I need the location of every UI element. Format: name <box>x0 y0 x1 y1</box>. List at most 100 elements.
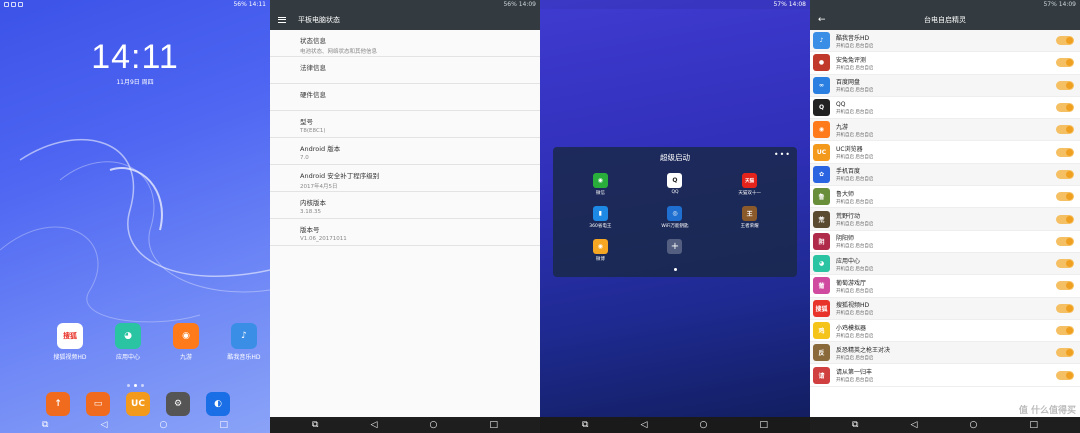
tablet-status-panel: 56% 14:09 平板电脑状态 状态信息 电池状态、网络状态和其他信息 法律信息… <box>270 0 540 433</box>
autostart-labels: 开机自启 后台自启 <box>836 43 874 49</box>
autostart-toggle[interactable] <box>1056 259 1074 269</box>
launch-app-honor-of-kings[interactable]: 王王者荣耀 <box>712 206 787 229</box>
screenshot-icon[interactable]: ⧉ <box>582 420 588 430</box>
list-item[interactable]: 版本号 V1.06_20171011 <box>270 219 540 246</box>
wifi-key-icon: ◎ <box>667 206 683 221</box>
autostart-toggle[interactable] <box>1056 236 1074 246</box>
app-center[interactable]: ◕ 应用中心 <box>108 323 148 361</box>
app-bar: 57% 14:09 ← 台电自启精灵 <box>810 0 1080 30</box>
list-item[interactable]: 法律信息 <box>270 57 540 84</box>
watermark: 值 什么值得买 <box>1018 406 1076 416</box>
autostart-labels: 开机自启 后台自启 <box>836 311 874 317</box>
home-icon[interactable]: ○ <box>970 420 978 430</box>
autostart-toggle[interactable] <box>1056 281 1074 291</box>
uc-browser-icon[interactable]: UC <box>126 392 150 416</box>
list-item[interactable]: 状态信息 电池状态、网络状态和其他信息 <box>270 30 540 57</box>
autostart-row: 荒荒野行动 开机自启 后台自启 <box>810 208 1080 231</box>
autostart-toggle[interactable] <box>1056 147 1074 157</box>
status-bar: 56% 14:09 <box>270 0 540 9</box>
home-app-row: 搜狐 搜狐视频HD ◕ 应用中心 ◉ 九游 ♪ 酷我音乐HD <box>50 323 264 361</box>
toggle-app-icon[interactable]: ▭ <box>86 392 110 416</box>
recents-icon[interactable]: □ <box>219 420 228 430</box>
app-name: 鲁大师 <box>836 190 855 198</box>
autostart-toggle[interactable] <box>1056 370 1074 380</box>
launch-app-qq[interactable]: Q QQ <box>638 173 713 196</box>
status-bar: 57% 14:09 <box>810 0 1080 9</box>
screenshot-icon[interactable]: ⧉ <box>312 420 318 430</box>
app-icon: 反 <box>813 344 830 362</box>
autostart-row: Q QQ 开机自启 后台自启 <box>810 96 1080 120</box>
battery-saver-icon: ▮ <box>592 206 608 221</box>
launch-app-weibo[interactable]: ◉ 微博 <box>563 239 638 262</box>
list-item[interactable]: 内核版本 3.18.35 <box>270 192 540 219</box>
app-name: 荒野行动 <box>836 213 861 221</box>
launch-app-wifi[interactable]: ◎ WiFi万能钥匙 <box>638 206 713 229</box>
home-icon[interactable]: ○ <box>700 420 708 430</box>
autostart-toggle[interactable] <box>1056 58 1074 68</box>
autostart-labels: 开机自启 后台自启 <box>836 333 874 339</box>
screenshot-icon[interactable]: ⧉ <box>852 420 858 430</box>
list-item[interactable]: Android 安全补丁程序级别 2017年4月5日 <box>270 165 540 192</box>
browser-icon[interactable]: ◐ <box>206 392 230 416</box>
back-icon[interactable]: ◁ <box>911 420 918 430</box>
weibo-icon: ◉ <box>592 239 608 254</box>
app-kuwo-music[interactable]: ♪ 酷我音乐HD <box>224 323 264 361</box>
screenshot-icon[interactable]: ⧉ <box>42 420 48 430</box>
autostart-toggle[interactable] <box>1056 125 1074 135</box>
recents-icon[interactable]: □ <box>759 420 768 430</box>
autostart-toggle[interactable] <box>1056 214 1074 224</box>
autostart-toggle[interactable] <box>1056 36 1074 46</box>
app-icon: 搜狐 <box>813 299 830 317</box>
page-title: 台电自启精灵 <box>924 15 966 24</box>
launch-app-tmall[interactable]: 天猫 天猫双十一 <box>712 173 787 196</box>
app-sohu-video[interactable]: 搜狐 搜狐视频HD <box>50 323 90 361</box>
home-icon[interactable]: ○ <box>430 420 438 430</box>
app-bar: 56% 14:09 平板电脑状态 <box>270 0 540 30</box>
recents-icon[interactable]: □ <box>1029 420 1038 430</box>
app-name: 安兔兔评测 <box>836 56 867 64</box>
autostart-toggle[interactable] <box>1056 80 1074 90</box>
nav-bar: ⧉ ◁ ○ □ <box>810 417 1080 433</box>
home-screen-panel: 56% 14:11 14:11 11月9日 周四 搜狐 搜狐视频HD ◕ 应用中… <box>0 0 270 433</box>
kuwo-music-icon: ♪ <box>231 323 257 349</box>
autostart-toggle[interactable] <box>1056 348 1074 358</box>
autostart-toggle[interactable] <box>1056 303 1074 313</box>
back-icon[interactable]: ◁ <box>371 420 378 430</box>
autostart-toggle[interactable] <box>1056 326 1074 335</box>
qq-icon: Q <box>667 173 683 188</box>
autostart-toggle[interactable] <box>1056 192 1074 202</box>
autostart-toggle[interactable] <box>1056 169 1074 179</box>
app-icon: ● <box>813 54 830 72</box>
autostart-labels: 开机自启 后台自启 <box>836 355 874 361</box>
page-indicator <box>0 384 270 387</box>
autostart-labels: 开机自启 后台自启 <box>836 88 874 94</box>
back-icon[interactable]: ◁ <box>101 420 108 430</box>
launch-app-360[interactable]: ▮ 360省电王 <box>563 206 638 229</box>
screenshot-collage: 56% 14:11 14:11 11月9日 周四 搜狐 搜狐视频HD ◕ 应用中… <box>0 0 1080 433</box>
home-icon[interactable]: ○ <box>160 420 168 430</box>
list-item[interactable]: 型号 T8(E8C1) <box>270 111 540 138</box>
menu-icon[interactable] <box>278 16 286 23</box>
app-jiuyou[interactable]: ◉ 九游 <box>166 323 206 361</box>
back-icon[interactable]: ◁ <box>641 420 648 430</box>
autostart-toggle[interactable] <box>1056 103 1074 113</box>
dock: ↑ ▭ UC ⚙ ◐ <box>46 392 230 416</box>
app-name: 请从第一归丰 <box>836 369 873 377</box>
nav-bar: ⧉ ◁ ○ □ <box>540 417 810 433</box>
add-app-button[interactable]: + <box>638 239 713 262</box>
autostart-labels: 开机自启 后台自启 <box>836 222 874 228</box>
autostart-labels: 开机自启 后台自启 <box>836 155 874 161</box>
upload-icon[interactable]: ↑ <box>46 392 70 416</box>
autostart-row: UC UC浏览器 开机自启 后台自启 <box>810 141 1080 164</box>
app-name: 葡萄游戏厅 <box>836 279 867 287</box>
sohu-video-icon: 搜狐 <box>57 323 83 349</box>
launch-app-wechat[interactable]: ◉ 微信 <box>563 173 638 196</box>
more-icon[interactable]: ••• <box>774 150 791 159</box>
list-item[interactable]: Android 版本 7.0 <box>270 138 540 165</box>
wallpaper-swoosh <box>0 138 270 323</box>
settings-icon[interactable]: ⚙ <box>166 392 190 416</box>
status-list: 状态信息 电池状态、网络状态和其他信息 法律信息 硬件信息 型号 T8(E8C1) … <box>270 30 540 246</box>
recents-icon[interactable]: □ <box>489 420 498 430</box>
app-icon: ◉ <box>813 121 830 139</box>
list-item[interactable]: 硬件信息 <box>270 84 540 111</box>
